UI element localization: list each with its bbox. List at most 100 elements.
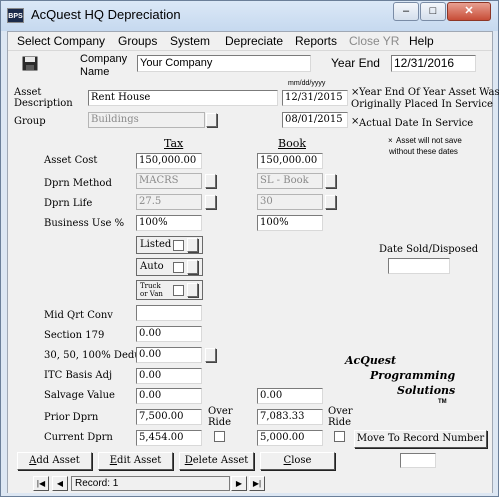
actual-date-in-service-field[interactable]: 08/01/2015 xyxy=(282,112,348,128)
dprn-life-book-field[interactable]: 30 xyxy=(257,194,323,210)
asset-description-field[interactable]: Rent House xyxy=(88,90,278,106)
maximize-button[interactable]: □ xyxy=(420,2,446,21)
first-record-button[interactable]: |◀ xyxy=(33,476,49,491)
company-label-2: Name xyxy=(80,66,110,78)
add-asset-label: dd Asset xyxy=(36,455,80,466)
placed-in-service-year-field[interactable]: 12/31/2015 xyxy=(282,90,348,106)
override-tax-checkbox[interactable] xyxy=(214,431,225,442)
dprn-life-tax-dropdown[interactable] xyxy=(205,195,216,209)
brand-line-3: Solutions xyxy=(397,384,456,397)
dprn-method-tax-field[interactable]: MACRS xyxy=(136,173,202,189)
year-end-placed-label-1: Year End Of Year Asset Was xyxy=(359,87,499,98)
brand-line-2: Programming xyxy=(370,369,456,382)
override-tax-label-2: Ride xyxy=(208,417,232,428)
dprn-life-book-dropdown[interactable] xyxy=(325,195,336,209)
asset-cost-label: Asset Cost xyxy=(44,155,98,166)
business-use-label: Business Use % xyxy=(44,218,125,229)
auto-checkbox[interactable] xyxy=(173,262,184,273)
app-icon: BPS xyxy=(7,8,24,23)
auto-group: Auto xyxy=(136,258,203,276)
truck-van-group: Truck or Van xyxy=(136,280,203,300)
current-dprn-book-field[interactable]: 5,000.00 xyxy=(257,430,323,446)
minimize-button[interactable]: ‒ xyxy=(393,2,419,21)
truck-label-1: Truck xyxy=(140,282,161,290)
mid-qrt-conv-label: Mid Qrt Conv xyxy=(44,310,113,321)
dprn-method-book-field[interactable]: SL - Book xyxy=(257,173,323,189)
current-dprn-tax-field[interactable]: 5,454.00 xyxy=(136,430,202,446)
next-record-button[interactable]: ▶ xyxy=(231,476,247,491)
company-name-field[interactable]: Your Company xyxy=(137,55,311,72)
move-to-record-button[interactable]: Move To Record Number xyxy=(354,430,487,448)
menu-select-company[interactable]: Select Company xyxy=(17,34,105,48)
note-mark: × xyxy=(388,136,393,145)
brand-line-1: AcQuest xyxy=(345,354,397,367)
prior-dprn-label: Prior Dprn xyxy=(44,412,99,423)
record-navigator: |◀ ◀ Record: 1 ▶ ▶| xyxy=(8,475,492,493)
salvage-value-label: Salvage Value xyxy=(44,390,115,401)
override-book-checkbox[interactable] xyxy=(334,431,345,442)
salvage-tax-field[interactable]: 0.00 xyxy=(136,388,202,404)
listed-checkbox[interactable] xyxy=(173,240,184,251)
company-label-1: Company xyxy=(80,53,128,65)
override-tax-label-1: Over xyxy=(208,406,233,417)
close-window-button[interactable]: ✕ xyxy=(447,2,491,21)
menu-system[interactable]: System xyxy=(170,34,210,48)
add-asset-button[interactable]: Add Asset xyxy=(17,452,92,470)
listed-group: Listed xyxy=(136,236,203,254)
date-sold-label: Date Sold/Disposed xyxy=(379,244,479,255)
floppy-disk-icon[interactable] xyxy=(22,56,38,71)
override-book-label-2: Ride xyxy=(328,417,352,428)
listed-button[interactable] xyxy=(187,238,198,252)
edit-asset-button[interactable]: Edit Asset xyxy=(98,452,173,470)
edit-asset-label: dit Asset xyxy=(117,455,162,466)
delete-asset-button[interactable]: Delete Asset xyxy=(179,452,254,470)
prior-dprn-tax-field[interactable]: 7,500.00 xyxy=(136,409,202,425)
override-book-label-1: Over xyxy=(328,406,353,417)
title-bar[interactable]: BPS AcQuest HQ Depreciation ‒ □ ✕ xyxy=(1,1,498,31)
section-179-field[interactable]: 0.00 xyxy=(136,326,202,342)
dprn-method-tax-dropdown[interactable] xyxy=(205,174,216,188)
dprn-life-tax-field[interactable]: 27.5 xyxy=(136,194,202,210)
menu-depreciate[interactable]: Depreciate xyxy=(225,34,283,48)
move-to-record-field[interactable] xyxy=(400,453,436,468)
note-line-2: without these dates xyxy=(389,147,458,156)
listed-label: Listed xyxy=(140,239,172,250)
prior-dprn-book-field[interactable]: 7,083.33 xyxy=(257,409,323,425)
itc-basis-label: ITC Basis Adj xyxy=(44,370,113,381)
year-end-field[interactable]: 12/31/2016 xyxy=(391,55,476,72)
window-title: AcQuest HQ Depreciation xyxy=(31,7,181,22)
menu-groups[interactable]: Groups xyxy=(118,34,157,48)
dprn-method-book-dropdown[interactable] xyxy=(325,174,336,188)
auto-label: Auto xyxy=(140,261,164,272)
mid-qrt-conv-field[interactable] xyxy=(136,305,202,321)
group-field[interactable]: Buildings xyxy=(88,112,205,128)
section-179-label: Section 179 xyxy=(44,330,105,341)
menu-help[interactable]: Help xyxy=(409,34,434,48)
business-use-book-field[interactable]: 100% xyxy=(257,215,323,231)
menu-reports[interactable]: Reports xyxy=(295,34,337,48)
last-record-button[interactable]: ▶| xyxy=(249,476,265,491)
group-label: Group xyxy=(14,116,46,127)
book-column-header: Book xyxy=(278,137,306,150)
date-sold-field[interactable] xyxy=(388,258,450,274)
close-button[interactable]: Close xyxy=(260,452,335,470)
date-format-hint: mm/dd/yyyy xyxy=(288,80,326,87)
brand-tm: TM xyxy=(438,399,447,405)
itc-basis-field[interactable]: 0.00 xyxy=(136,368,202,384)
bonus-deduct-dropdown[interactable] xyxy=(205,348,216,362)
bonus-deduct-field[interactable]: 0.00 xyxy=(136,347,202,363)
menu-close-yr: Close YR xyxy=(349,34,400,48)
business-use-tax-field[interactable]: 100% xyxy=(136,215,202,231)
edit-asset-accelerator: E xyxy=(109,455,118,466)
salvage-book-field[interactable]: 0.00 xyxy=(257,388,323,404)
previous-record-button[interactable]: ◀ xyxy=(52,476,68,491)
truck-van-checkbox[interactable] xyxy=(173,285,184,296)
group-dropdown-button[interactable] xyxy=(206,113,217,127)
note-line-1: Asset will not save xyxy=(396,136,462,145)
truck-van-button[interactable] xyxy=(187,283,198,297)
auto-button[interactable] xyxy=(187,260,198,274)
asset-cost-tax-field[interactable]: 150,000.00 xyxy=(136,153,202,169)
year-end-label: Year End xyxy=(331,56,380,70)
asset-cost-book-field[interactable]: 150,000.00 xyxy=(257,153,323,169)
current-dprn-label: Current Dprn xyxy=(44,432,113,443)
